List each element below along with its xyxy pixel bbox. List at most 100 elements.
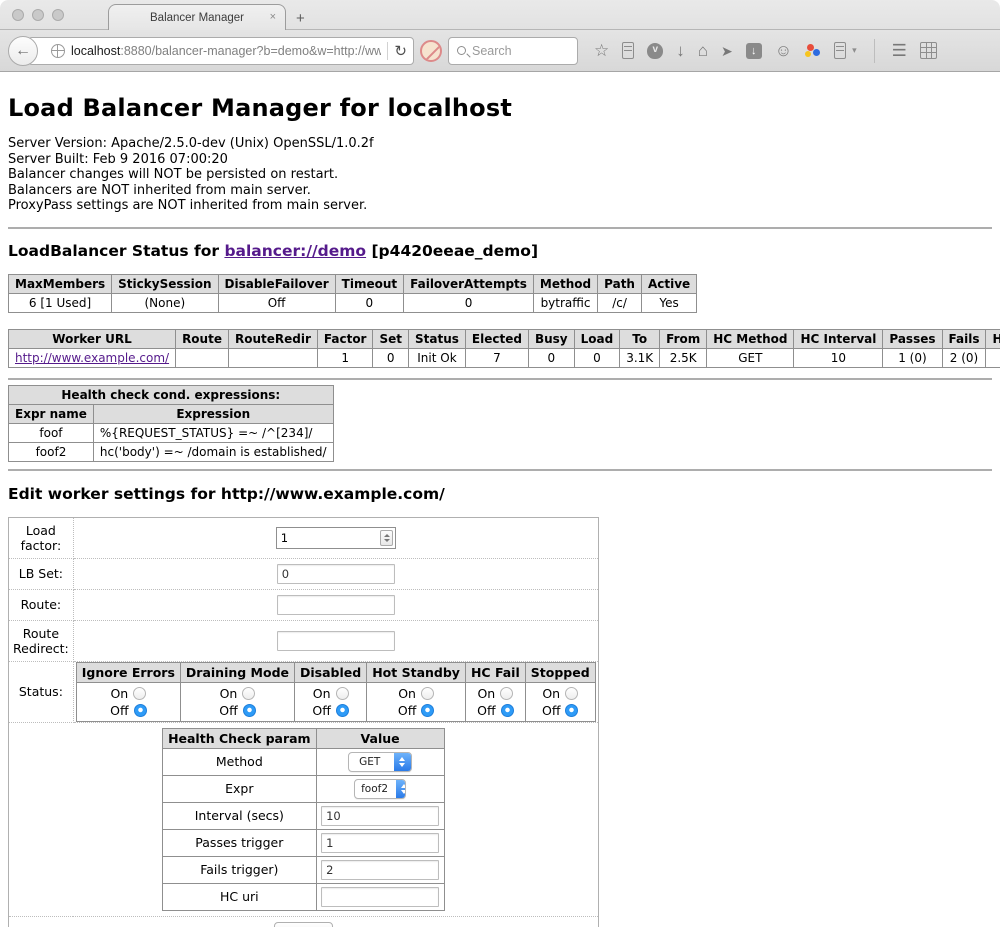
edit-worker-heading: Edit worker settings for http://www.exam…	[8, 485, 992, 503]
route-redirect-label: Route Redirect:	[9, 620, 74, 661]
load-factor-field[interactable]	[276, 527, 396, 549]
url-bar[interactable]: localhost:8880/balancer-manager?b=demo&w…	[28, 37, 414, 65]
overflow-caret-icon[interactable]: ▾	[852, 45, 857, 56]
browser-window: Balancer Manager × + ← localhost:8880/ba…	[0, 0, 1000, 927]
route-redirect-input[interactable]	[277, 631, 395, 651]
home-icon[interactable]: ⌂	[698, 42, 708, 59]
menu-icon[interactable]: ☰	[892, 42, 907, 59]
table-row: foof %{REQUEST_STATUS} =~ /^[234]/	[9, 423, 334, 442]
save-page-icon[interactable]: ↓	[746, 43, 762, 59]
status-hot-standby-cell: On Off	[367, 682, 466, 721]
clipboard-extension-icon[interactable]	[834, 42, 846, 59]
close-window-button[interactable]	[12, 9, 24, 21]
zoom-window-button[interactable]	[52, 9, 64, 21]
ignore-errors-off-radio[interactable]	[134, 704, 147, 717]
disabled-on-radio[interactable]	[336, 687, 349, 700]
persist-note-line: Balancer changes will NOT be persisted o…	[8, 167, 992, 183]
toolbar-separator	[874, 39, 875, 63]
balancer-demo-link[interactable]: balancer://demo	[224, 242, 366, 260]
worker-table: Worker URL Route RouteRedir Factor Set S…	[8, 329, 1000, 368]
site-identity-globe-icon[interactable]	[51, 44, 65, 58]
lb-set-input[interactable]	[277, 564, 395, 584]
hc-expr-label: Expr	[163, 775, 317, 802]
hc-uri-input[interactable]	[321, 887, 439, 907]
hc-passes-input[interactable]	[321, 833, 439, 853]
tab-close-icon[interactable]: ×	[270, 11, 276, 23]
health-check-param-table: Health Check param Value Method GET	[162, 728, 445, 911]
edit-worker-form: Load factor: LB Set: Route: Route Redire…	[8, 517, 599, 927]
table-row: http://www.example.com/ 1 0 Init Ok 7 0 …	[9, 348, 1000, 367]
load-factor-label: Load factor:	[9, 517, 74, 558]
table-row: foof2 hc('body') =~ /domain is establish…	[9, 442, 334, 461]
back-button[interactable]: ←	[8, 36, 38, 66]
hc-interval-input[interactable]	[321, 806, 439, 826]
downloads-icon[interactable]: ↓	[676, 42, 685, 59]
share-icon[interactable]: ➤	[721, 44, 733, 58]
stopped-on-radio[interactable]	[565, 687, 578, 700]
server-version-line: Server Version: Apache/2.5.0-dev (Unix) …	[8, 136, 992, 152]
search-input[interactable]	[472, 44, 562, 58]
divider	[8, 469, 992, 471]
pocket-icon[interactable]: v	[647, 43, 663, 59]
draining-mode-on-radio[interactable]	[242, 687, 255, 700]
server-built-line: Server Built: Feb 9 2016 07:00:20	[8, 152, 992, 168]
extension-dots-icon[interactable]	[805, 43, 821, 59]
hc-expr-select[interactable]: foof2	[354, 779, 406, 799]
submit-button[interactable]: Submit	[274, 922, 333, 927]
select-stepper-icon	[396, 780, 405, 798]
worker-url-link[interactable]: http://www.example.com/	[15, 351, 169, 365]
lb-set-label: LB Set:	[9, 558, 74, 589]
content-blocker-icon[interactable]	[420, 40, 442, 62]
hc-fails-label: Fails trigger)	[163, 856, 317, 883]
status-disabled-cell: On Off	[295, 682, 367, 721]
route-label: Route:	[9, 589, 74, 620]
url-path: :8880/balancer-manager?b=demo&w=http://w…	[120, 44, 381, 58]
search-icon	[457, 46, 466, 55]
hot-standby-on-radio[interactable]	[421, 687, 434, 700]
feedback-smiley-icon[interactable]: ☺	[775, 42, 792, 59]
tab-balancer-manager[interactable]: Balancer Manager ×	[108, 4, 286, 30]
hc-fails-input[interactable]	[321, 860, 439, 880]
bookmark-star-icon[interactable]: ☆	[594, 42, 609, 59]
tab-title: Balancer Manager	[150, 12, 244, 24]
search-box[interactable]	[448, 37, 578, 65]
tab-groups-icon[interactable]	[920, 42, 937, 59]
status-ignore-errors-cell: On Off	[76, 682, 180, 721]
inherit-note-line: Balancers are NOT inherited from main se…	[8, 183, 992, 199]
disabled-off-radio[interactable]	[336, 704, 349, 717]
page-content: Load Balancer Manager for localhost Serv…	[0, 94, 1000, 927]
expr-table-title: Health check cond. expressions:	[9, 385, 334, 404]
hc-fail-off-radio[interactable]	[501, 704, 514, 717]
navigation-toolbar: ← localhost:8880/balancer-manager?b=demo…	[0, 30, 1000, 72]
number-stepper-icon[interactable]	[380, 530, 393, 546]
status-stopped-cell: On Off	[525, 682, 595, 721]
health-check-expressions-table: Health check cond. expressions: Expr nam…	[8, 385, 334, 462]
balancer-status-table: MaxMembers StickySession DisableFailover…	[8, 274, 697, 313]
stopped-off-radio[interactable]	[565, 704, 578, 717]
hc-method-select[interactable]: GET	[348, 752, 412, 772]
new-tab-button[interactable]: +	[296, 10, 305, 27]
ignore-errors-on-radio[interactable]	[133, 687, 146, 700]
select-stepper-icon	[394, 753, 411, 771]
url-divider	[387, 42, 388, 60]
divider	[8, 227, 992, 229]
draining-mode-off-radio[interactable]	[243, 704, 256, 717]
table-row: 6 [1 Used] (None) Off 0 0 bytraffic /c/ …	[9, 293, 697, 312]
hc-fail-on-radio[interactable]	[500, 687, 513, 700]
reload-icon[interactable]: ↻	[394, 42, 407, 60]
toolbar-icons: ☆ v ↓ ⌂ ➤ ↓ ☺ ▾ ☰	[594, 39, 937, 63]
load-factor-input[interactable]	[277, 531, 380, 545]
url-text[interactable]: localhost:8880/balancer-manager?b=demo&w…	[71, 44, 381, 58]
route-input[interactable]	[277, 595, 395, 615]
status-label: Status:	[9, 661, 74, 722]
minimize-window-button[interactable]	[32, 9, 44, 21]
hot-standby-off-radio[interactable]	[421, 704, 434, 717]
hc-passes-label: Passes trigger	[163, 829, 317, 856]
title-bar: Balancer Manager × +	[0, 0, 1000, 30]
window-controls	[12, 9, 64, 21]
loadbalancer-status-heading: LoadBalancer Status for balancer://demo …	[8, 242, 992, 260]
reading-list-icon[interactable]	[622, 42, 634, 59]
status-table: Ignore Errors Draining Mode Disabled Hot…	[76, 662, 596, 722]
page-title: Load Balancer Manager for localhost	[8, 94, 992, 122]
proxypass-note-line: ProxyPass settings are NOT inherited fro…	[8, 198, 992, 214]
